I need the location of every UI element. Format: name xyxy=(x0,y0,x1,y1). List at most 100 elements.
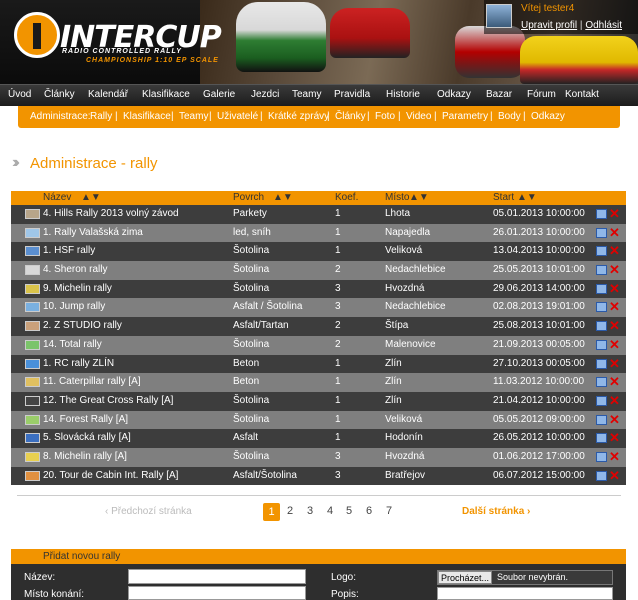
nav-item-pravidla[interactable]: Pravidla xyxy=(334,89,370,100)
nav-item-klasifikace[interactable]: Klasifikace xyxy=(142,89,190,100)
rally-name[interactable]: 1. RC rally ZLÍN xyxy=(43,358,114,369)
browse-button[interactable]: Procházet... xyxy=(438,571,492,584)
edit-icon[interactable] xyxy=(596,377,607,388)
name-input[interactable] xyxy=(128,569,306,584)
admin-nav-body[interactable]: Body xyxy=(498,111,521,122)
table-row[interactable]: 2. Z STUDIO rally Asfalt/Tartan 2 Štípa 25.0… xyxy=(11,317,626,336)
admin-nav-odkazy[interactable]: Odkazy xyxy=(531,111,565,122)
next-page-link[interactable]: Další stránka › xyxy=(462,506,530,517)
column-header-place[interactable]: Místo xyxy=(385,192,409,203)
admin-nav-kratke-zpravy[interactable]: Krátké zprávy xyxy=(268,111,329,122)
delete-icon[interactable]: ✕ xyxy=(609,449,620,465)
column-header-name[interactable]: Název xyxy=(43,192,71,203)
logout-link[interactable]: Odhlásit xyxy=(585,20,622,31)
rally-name[interactable]: 1. Rally Valašská zima xyxy=(43,227,143,238)
table-row[interactable]: 1. Rally Valašská zima led, sníh 1 Napajedl… xyxy=(11,223,626,243)
rally-name[interactable]: 11. Caterpillar rally [A] xyxy=(43,376,141,387)
admin-nav-clanky[interactable]: Články xyxy=(335,111,366,122)
table-row[interactable]: 10. Jump rally Asfalt / Šotolina 3 Nedachle… xyxy=(11,298,626,318)
nav-item-teamy[interactable]: Teamy xyxy=(292,89,321,100)
delete-icon[interactable]: ✕ xyxy=(609,318,620,334)
page-number-current[interactable]: 1 xyxy=(263,503,280,521)
description-input[interactable] xyxy=(437,587,613,600)
edit-icon[interactable] xyxy=(596,209,607,219)
table-row[interactable]: 4. Sheron rally Šotolina 2 Nedachlebice 25.0… xyxy=(11,261,626,280)
nav-item-jezdci[interactable]: Jezdci xyxy=(251,89,279,100)
column-header-start[interactable]: Start xyxy=(493,192,514,203)
delete-icon[interactable]: ✕ xyxy=(609,356,620,372)
rally-name[interactable]: 14. Forest Rally [A] xyxy=(43,414,128,425)
delete-icon[interactable]: ✕ xyxy=(609,299,620,315)
table-row[interactable]: 4. Hills Rally 2013 volný závod Parkety 1 L… xyxy=(11,205,626,224)
nav-item-bazar[interactable]: Bazar xyxy=(486,89,512,100)
page-number[interactable]: 7 xyxy=(386,505,392,517)
rally-name[interactable]: 9. Michelin rally xyxy=(43,283,112,294)
rally-name[interactable]: 12. The Great Cross Rally [A] xyxy=(43,395,173,406)
rally-name[interactable]: 2. Z STUDIO rally xyxy=(43,320,122,331)
rally-name[interactable]: 8. Michelin rally [A] xyxy=(43,451,127,462)
sort-arrows-icon[interactable]: ▲▼ xyxy=(409,192,429,203)
sort-arrows-icon[interactable]: ▲▼ xyxy=(517,192,537,203)
delete-icon[interactable]: ✕ xyxy=(609,468,620,484)
delete-icon[interactable]: ✕ xyxy=(609,337,620,353)
delete-icon[interactable]: ✕ xyxy=(609,374,620,390)
sort-arrows-icon[interactable]: ▲▼ xyxy=(81,192,101,203)
table-row[interactable]: 9. Michelin rally Šotolina 3 Hvozdná 29.06.2… xyxy=(11,279,626,299)
admin-nav-uzivatele[interactable]: Uživatelé xyxy=(217,111,258,122)
delete-icon[interactable]: ✕ xyxy=(609,262,620,278)
rally-name[interactable]: 4. Sheron rally xyxy=(43,264,107,275)
edit-icon[interactable] xyxy=(596,451,607,462)
table-row[interactable]: 1. HSF rally Šotolina 1 Veliková 13.04.2013 … xyxy=(11,242,626,262)
delete-icon[interactable]: ✕ xyxy=(609,393,620,409)
edit-icon[interactable] xyxy=(596,358,607,369)
edit-icon[interactable] xyxy=(596,414,607,425)
nav-item-clanky[interactable]: Články xyxy=(44,89,75,100)
table-row[interactable]: 11. Caterpillar rally [A] Beton 1 Zlín 11.03… xyxy=(11,373,626,392)
table-row[interactable]: 1. RC rally ZLÍN Beton 1 Zlín 27.10.2013 00:… xyxy=(11,354,626,374)
edit-icon[interactable] xyxy=(596,321,607,332)
admin-nav-teamy[interactable]: Teamy xyxy=(179,111,208,122)
venue-input[interactable] xyxy=(128,586,306,600)
page-number[interactable]: 6 xyxy=(366,505,372,517)
edit-icon[interactable] xyxy=(596,265,607,276)
table-row[interactable]: 20. Tour de Cabin Int. Rally [A] Asfalt/Š… xyxy=(11,466,626,486)
rally-name[interactable]: 10. Jump rally xyxy=(43,301,105,312)
admin-nav-rally[interactable]: Rally xyxy=(90,111,112,122)
nav-item-forum[interactable]: Fórum xyxy=(527,89,556,100)
delete-icon[interactable]: ✕ xyxy=(609,412,620,428)
edit-icon[interactable] xyxy=(596,227,607,238)
admin-nav-foto[interactable]: Foto xyxy=(375,111,395,122)
delete-icon[interactable]: ✕ xyxy=(609,243,620,259)
rally-name[interactable]: 5. Slovácká rally [A] xyxy=(43,432,131,443)
edit-profile-link[interactable]: Upravit profil xyxy=(521,20,577,31)
rally-name[interactable]: 20. Tour de Cabin Int. Rally [A] xyxy=(43,470,178,481)
rally-name[interactable]: 1. HSF rally xyxy=(43,245,95,256)
edit-icon[interactable] xyxy=(596,302,607,313)
admin-nav-parametry[interactable]: Parametry xyxy=(442,111,488,122)
page-number[interactable]: 4 xyxy=(327,505,333,517)
nav-item-historie[interactable]: Historie xyxy=(386,89,420,100)
page-number[interactable]: 5 xyxy=(346,505,352,517)
edit-icon[interactable] xyxy=(596,246,607,257)
edit-icon[interactable] xyxy=(596,283,607,294)
delete-icon[interactable]: ✕ xyxy=(609,281,620,297)
nav-item-odkazy[interactable]: Odkazy xyxy=(437,89,471,100)
nav-item-kalendar[interactable]: Kalendář xyxy=(88,89,128,100)
sort-arrows-icon[interactable]: ▲▼ xyxy=(273,192,293,203)
table-row[interactable]: 5. Slovácká rally [A] Asfalt 1 Hodonín 26.05… xyxy=(11,429,626,448)
nav-item-kontakt[interactable]: Kontakt xyxy=(565,89,599,100)
edit-icon[interactable] xyxy=(596,470,607,481)
admin-nav-video[interactable]: Video xyxy=(406,111,431,122)
edit-icon[interactable] xyxy=(596,433,607,444)
column-header-surface[interactable]: Povrch xyxy=(233,192,264,203)
nav-item-uvod[interactable]: Úvod xyxy=(8,89,31,100)
table-row[interactable]: 14. Forest Rally [A] Šotolina 1 Veliková 05.… xyxy=(11,410,626,430)
nav-item-galerie[interactable]: Galerie xyxy=(203,89,235,100)
table-row[interactable]: 8. Michelin rally [A] Šotolina 3 Hvozdná 01.… xyxy=(11,447,626,467)
delete-icon[interactable]: ✕ xyxy=(609,225,620,241)
admin-nav-klasifikace[interactable]: Klasifikace xyxy=(123,111,171,122)
delete-icon[interactable]: ✕ xyxy=(609,206,620,222)
edit-icon[interactable] xyxy=(596,339,607,350)
table-row[interactable]: 12. The Great Cross Rally [A] Šotolina 1 Zl… xyxy=(11,391,626,411)
edit-icon[interactable] xyxy=(596,395,607,406)
